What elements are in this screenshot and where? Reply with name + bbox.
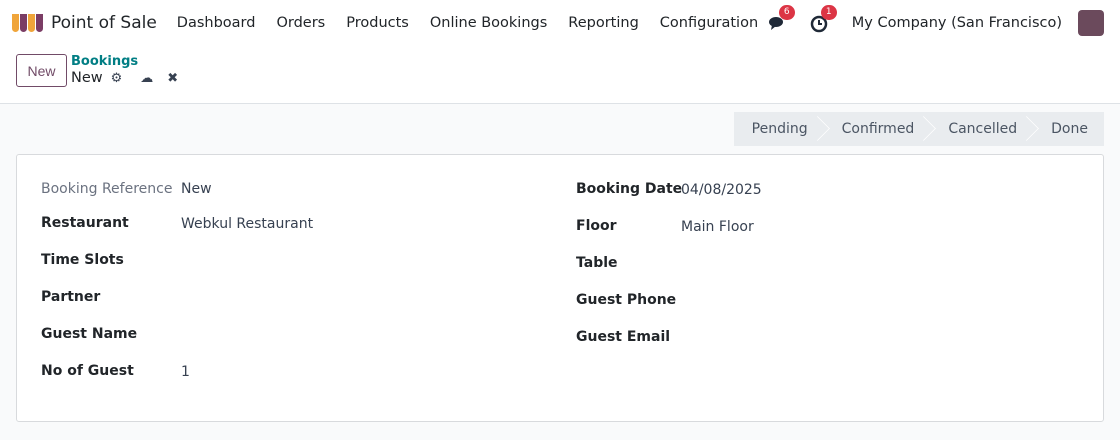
close-icon[interactable]: ✖ xyxy=(167,71,178,86)
booking-date-field[interactable]: 04/08/2025 xyxy=(681,182,762,198)
activities-badge: 1 xyxy=(820,5,837,20)
status-confirmed[interactable]: Confirmed xyxy=(824,112,931,146)
menu-reporting[interactable]: Reporting xyxy=(568,15,639,31)
table-field[interactable] xyxy=(681,255,1071,275)
menu-products[interactable]: Products xyxy=(346,15,409,31)
guest-phone-field[interactable] xyxy=(681,292,1071,312)
time-slots-label: Time Slots xyxy=(41,252,124,268)
booking-reference-label: Booking Reference xyxy=(41,181,173,197)
user-avatar[interactable] xyxy=(1078,10,1104,36)
activities-button[interactable]: 1 xyxy=(810,5,837,33)
pos-logo-icon[interactable] xyxy=(12,14,43,32)
menu-orders[interactable]: Orders xyxy=(276,15,325,31)
table-label: Table xyxy=(576,255,618,271)
guest-email-label: Guest Email xyxy=(576,329,671,345)
booking-reference-value: New xyxy=(181,181,212,197)
no-of-guest-field[interactable]: 1 xyxy=(181,364,190,380)
guest-name-field[interactable] xyxy=(181,326,551,346)
partner-label: Partner xyxy=(41,289,101,305)
messages-button[interactable]: 6 xyxy=(768,5,795,33)
breadcrumb-bookings[interactable]: Bookings xyxy=(71,54,138,69)
partner-field[interactable] xyxy=(181,289,551,309)
guest-email-field[interactable] xyxy=(681,329,1071,349)
top-navbar: Point of Sale Dashboard Orders Products … xyxy=(0,0,1120,46)
menu-dashboard[interactable]: Dashboard xyxy=(177,15,256,31)
cloud-upload-icon[interactable]: ☁ xyxy=(140,71,153,86)
booking-date-label: Booking Date xyxy=(576,181,683,197)
floor-label: Floor xyxy=(576,218,617,234)
record-title: New xyxy=(71,70,103,86)
floor-field[interactable]: Main Floor xyxy=(681,219,754,235)
gear-icon[interactable]: ⚙ xyxy=(111,71,123,86)
guest-name-label: Guest Name xyxy=(41,326,138,342)
guest-phone-label: Guest Phone xyxy=(576,292,677,308)
status-bar: Pending Confirmed Cancelled Done xyxy=(733,112,1104,146)
status-done[interactable]: Done xyxy=(1033,112,1104,146)
restaurant-label: Restaurant xyxy=(41,215,129,231)
no-of-guest-label: No of Guest xyxy=(41,363,134,379)
status-pending[interactable]: Pending xyxy=(734,112,824,146)
company-switcher[interactable]: My Company (San Francisco) xyxy=(852,15,1062,31)
messages-badge: 6 xyxy=(778,5,795,20)
new-button[interactable]: New xyxy=(16,54,67,87)
menu-configuration[interactable]: Configuration xyxy=(660,15,758,31)
app-title[interactable]: Point of Sale xyxy=(51,13,157,33)
control-panel: New Bookings New ⚙ ☁ ✖ xyxy=(0,46,1120,104)
menu-online-bookings[interactable]: Online Bookings xyxy=(430,15,547,31)
status-cancelled[interactable]: Cancelled xyxy=(930,112,1033,146)
restaurant-field[interactable]: Webkul Restaurant xyxy=(181,216,313,232)
time-slots-field[interactable] xyxy=(181,252,551,272)
form-sheet: Booking Reference New Restaurant Webkul … xyxy=(16,154,1104,422)
